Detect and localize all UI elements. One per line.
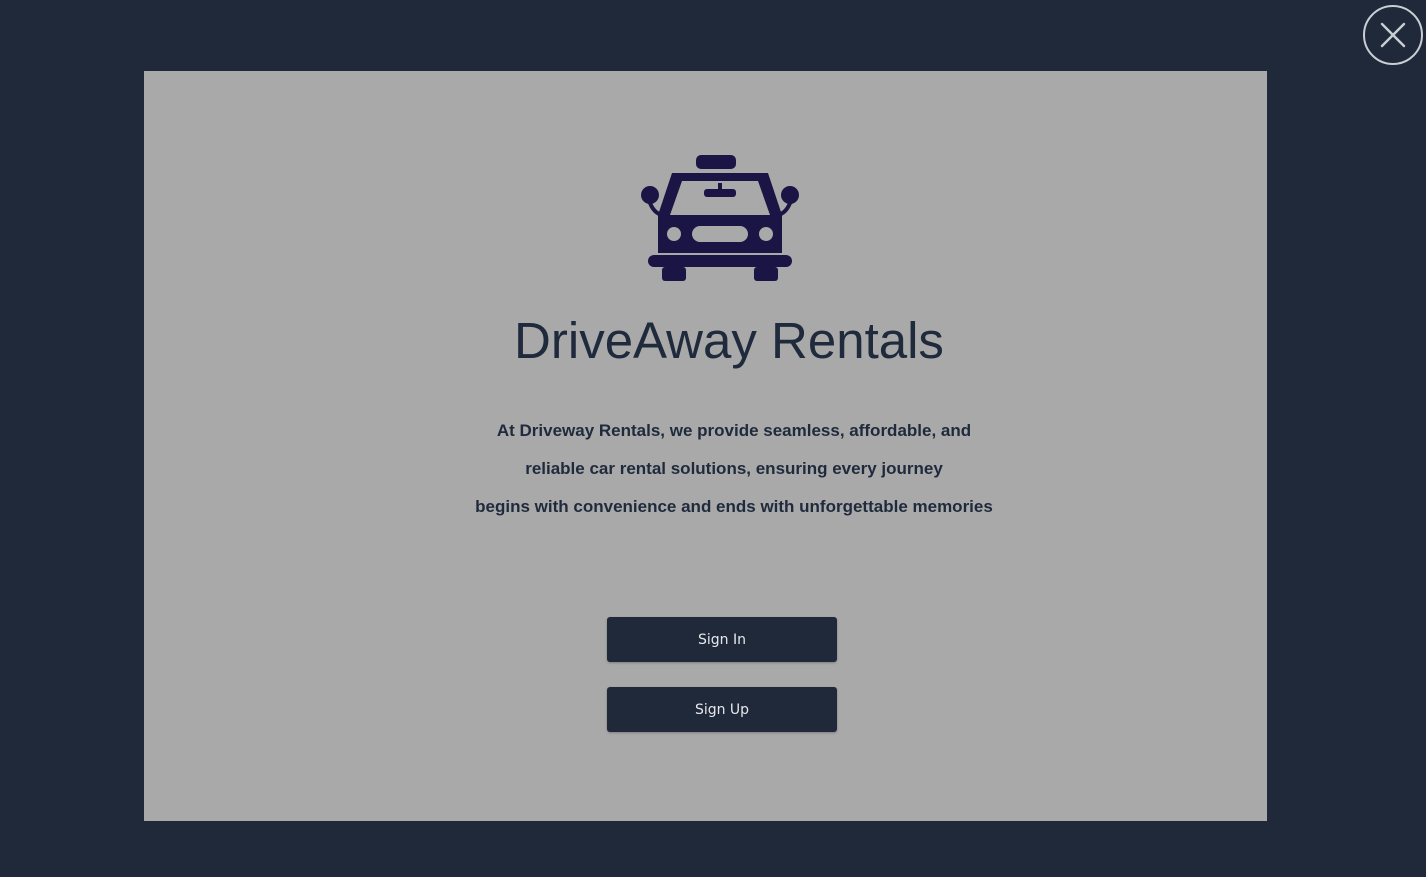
description-line: At Driveway Rentals, we provide seamless…: [496, 421, 972, 440]
description-line: begins with convenience and ends with un…: [475, 497, 993, 516]
description-line: reliable car rental solutions, ensuring …: [525, 459, 943, 478]
taxi-car-icon: [641, 155, 799, 281]
sign-up-button[interactable]: Sign Up: [607, 687, 837, 732]
app-title: DriveAway Rentals: [514, 312, 944, 369]
app-description: At Driveway Rentals, we provide seamless…: [144, 412, 1324, 526]
close-icon: [1380, 22, 1406, 48]
sign-in-button[interactable]: Sign In: [607, 617, 837, 662]
close-button[interactable]: [1363, 5, 1423, 65]
welcome-panel: DriveAway Rentals At Driveway Rentals, w…: [144, 71, 1267, 821]
